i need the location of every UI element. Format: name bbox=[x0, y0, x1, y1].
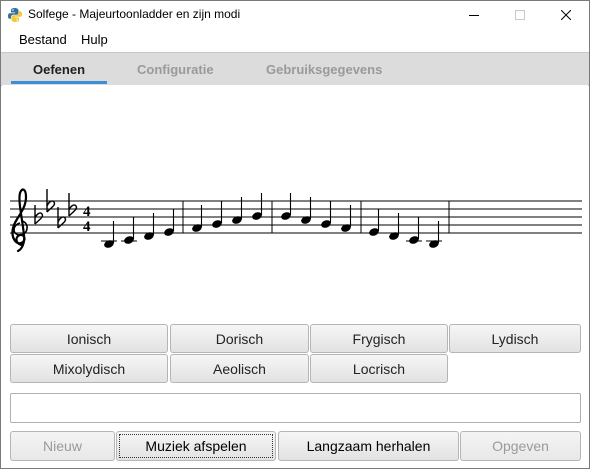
play-music-button[interactable]: Muziek afspelen bbox=[116, 431, 276, 461]
minimize-icon bbox=[469, 15, 479, 16]
new-button[interactable]: Nieuw bbox=[10, 431, 115, 461]
repeat-slow-button[interactable]: Langzaam herhalen bbox=[278, 431, 459, 461]
music-staff: 4 4 bbox=[10, 188, 582, 253]
mode-aeolisch-button[interactable]: Aeolisch bbox=[170, 354, 309, 383]
mode-lydisch-button[interactable]: Lydisch bbox=[449, 324, 581, 353]
mode-ionisch-button[interactable]: Ionisch bbox=[10, 324, 168, 353]
tab-bar: Oefenen Configuratie Gebruiksgegevens bbox=[1, 52, 589, 86]
app-window: Solfege - Majeurtoonladder en zijn modi … bbox=[0, 0, 590, 469]
python-app-icon bbox=[8, 8, 22, 22]
mode-frygisch-button[interactable]: Frygisch bbox=[310, 324, 448, 353]
treble-clef-icon bbox=[11, 188, 28, 253]
active-tab-indicator bbox=[11, 81, 107, 84]
give-up-button[interactable]: Opgeven bbox=[460, 431, 581, 461]
time-signature-bottom: 4 bbox=[83, 219, 91, 235]
mode-mixolydisch-button[interactable]: Mixolydisch bbox=[10, 354, 168, 383]
time-signature-top: 4 bbox=[83, 204, 91, 220]
tab-oefenen[interactable]: Oefenen bbox=[33, 62, 85, 77]
menu-bestand[interactable]: Bestand bbox=[19, 32, 67, 47]
tab-gebruiksgegevens[interactable]: Gebruiksgegevens bbox=[266, 62, 382, 77]
mode-dorisch-button[interactable]: Dorisch bbox=[170, 324, 309, 353]
close-icon bbox=[561, 10, 571, 20]
menu-bar: Bestand Hulp bbox=[1, 29, 589, 51]
tab-configuratie[interactable]: Configuratie bbox=[137, 62, 214, 77]
maximize-icon bbox=[515, 10, 525, 20]
maximize-button[interactable] bbox=[497, 1, 543, 29]
menu-hulp[interactable]: Hulp bbox=[81, 32, 108, 47]
minimize-button[interactable] bbox=[451, 1, 497, 29]
answer-field[interactable] bbox=[10, 393, 581, 423]
staff-lines bbox=[10, 200, 582, 234]
window-title: Solfege - Majeurtoonladder en zijn modi bbox=[28, 7, 241, 21]
title-bar: Solfege - Majeurtoonladder en zijn modi bbox=[1, 1, 589, 29]
mode-locrisch-button[interactable]: Locrisch bbox=[310, 354, 448, 383]
close-button[interactable] bbox=[543, 1, 589, 29]
